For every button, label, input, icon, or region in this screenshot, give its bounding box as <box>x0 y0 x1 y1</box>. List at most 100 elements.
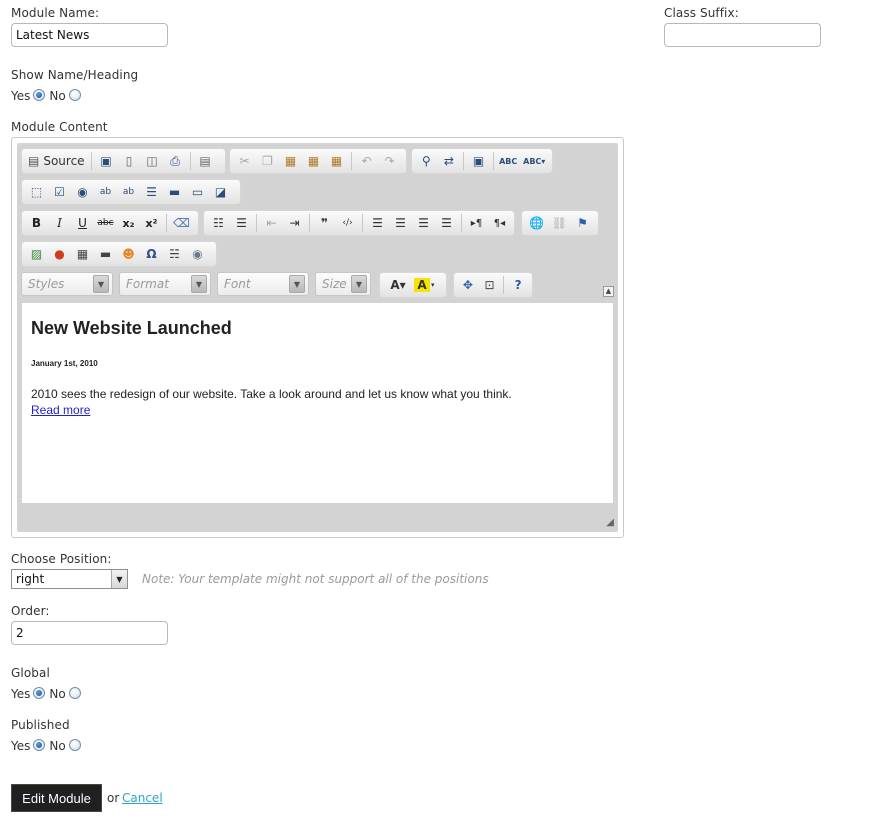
special-char-icon[interactable]: Ω <box>141 244 162 264</box>
page-break-icon[interactable]: ☵ <box>164 244 185 264</box>
new-page-icon[interactable]: ▯ <box>119 151 140 171</box>
position-select[interactable]: right ▼ <box>11 569 128 589</box>
paste-icon[interactable]: ▦ <box>280 151 301 171</box>
radio-icon[interactable]: ◉ <box>72 182 93 202</box>
textarea-icon[interactable]: ab <box>118 182 139 202</box>
link-icon[interactable]: 🌐 <box>526 213 547 233</box>
redo-icon[interactable]: ↷ <box>379 151 400 171</box>
read-more-link[interactable]: Read more <box>31 403 90 417</box>
cancel-link[interactable]: Cancel <box>122 791 163 805</box>
replace-icon[interactable]: ⇄ <box>439 151 460 171</box>
div-icon[interactable]: ‹/› <box>337 213 358 233</box>
published-yes-label: Yes <box>11 739 31 753</box>
source-button[interactable]: ▤ Source <box>25 154 88 168</box>
spellcheck-icon[interactable]: ABC <box>498 151 519 171</box>
position-select-value: right <box>16 572 45 586</box>
print-icon[interactable]: ⎙ <box>165 151 186 171</box>
underline-icon[interactable]: U <box>72 213 93 233</box>
about-icon[interactable]: ? <box>508 275 528 295</box>
chevron-down-icon: ▼ <box>191 275 207 293</box>
maximize-icon[interactable]: ✥ <box>458 275 478 295</box>
show-name-radio-group: Yes No <box>11 89 85 103</box>
size-combo[interactable]: Size ▼ <box>315 272 371 296</box>
indent-icon[interactable]: ⇥ <box>284 213 305 233</box>
image-icon[interactable]: ▨ <box>26 244 47 264</box>
resize-grip-icon[interactable]: ◢ <box>606 517 614 528</box>
hidden-field-icon[interactable]: ◪ <box>210 182 231 202</box>
text-color-icon[interactable]: A▾ <box>384 275 412 295</box>
anchor-icon[interactable]: ⚑ <box>572 213 593 233</box>
numbered-list-icon[interactable]: ☷ <box>208 213 229 233</box>
table-icon[interactable]: ▦ <box>72 244 93 264</box>
global-yes-label: Yes <box>11 687 31 701</box>
bulleted-list-icon[interactable]: ☰ <box>231 213 252 233</box>
toolbar-document-group: ▤ Source ▣ ▯ ◫ ⎙ ▤ <box>21 148 226 174</box>
scayt-icon[interactable]: ABC▾ <box>520 151 548 171</box>
iframe-icon[interactable]: ◉ <box>187 244 208 264</box>
cut-icon[interactable]: ✂ <box>234 151 255 171</box>
toolbar-colors-group: A▾ A ▾ <box>379 272 447 298</box>
templates-icon[interactable]: ▤ <box>195 151 216 171</box>
remove-format-icon[interactable]: ⌫ <box>171 213 192 233</box>
superscript-icon[interactable]: x² <box>141 213 162 233</box>
global-yes-radio[interactable] <box>33 687 46 699</box>
rtl-icon[interactable]: ¶◂ <box>489 213 510 233</box>
textfield-icon[interactable]: ab <box>95 182 116 202</box>
styles-combo[interactable]: Styles ▼ <box>21 272 113 296</box>
smiley-icon[interactable]: ☻ <box>118 244 139 264</box>
align-right-icon[interactable]: ☰ <box>413 213 434 233</box>
toolbar-insert-group: ▨ ● ▦ ▬ ☻ Ω ☵ ◉ <box>21 241 217 267</box>
show-name-no-radio[interactable] <box>68 89 81 101</box>
preview-icon[interactable]: ◫ <box>142 151 163 171</box>
paste-text-icon[interactable]: ▦ <box>303 151 324 171</box>
class-suffix-input[interactable] <box>664 23 821 47</box>
chevron-down-icon: ▼ <box>289 275 305 293</box>
format-combo[interactable]: Format ▼ <box>119 272 211 296</box>
collapse-toolbar-icon[interactable]: ▲ <box>603 286 614 297</box>
form-icon[interactable]: ⬚ <box>26 182 47 202</box>
order-label: Order: <box>11 604 50 618</box>
toolbar-editing-group: ⚲ ⇄ ▣ ABC ABC▾ <box>411 148 553 174</box>
find-icon[interactable]: ⚲ <box>416 151 437 171</box>
show-name-yes-radio[interactable] <box>33 89 46 101</box>
undo-icon[interactable]: ↶ <box>356 151 377 171</box>
strike-icon[interactable]: abc <box>95 213 116 233</box>
button-icon[interactable]: ▬ <box>164 182 185 202</box>
select-all-icon[interactable]: ▣ <box>468 151 489 171</box>
blockquote-icon[interactable]: ❞ <box>314 213 335 233</box>
ltr-icon[interactable]: ▸¶ <box>466 213 487 233</box>
show-name-no-label: No <box>49 89 66 103</box>
module-name-input[interactable] <box>11 23 168 47</box>
published-yes-radio[interactable] <box>33 739 46 751</box>
paste-word-icon[interactable]: ▦ <box>326 151 347 171</box>
checkbox-icon[interactable]: ☑ <box>49 182 70 202</box>
position-note: Note: Your template might not support al… <box>142 572 489 586</box>
outdent-icon[interactable]: ⇤ <box>261 213 282 233</box>
module-name-label: Module Name: <box>11 6 100 20</box>
editor-content-area[interactable]: New Website Launched January 1st, 2010 2… <box>22 303 613 503</box>
font-combo[interactable]: Font ▼ <box>217 272 309 296</box>
global-no-radio[interactable] <box>68 687 81 699</box>
copy-icon[interactable]: ❐ <box>257 151 278 171</box>
save-icon[interactable]: ▣ <box>96 151 117 171</box>
bg-color-icon[interactable]: A <box>414 278 430 292</box>
unlink-icon[interactable]: ⛓ <box>549 213 570 233</box>
subscript-icon[interactable]: x₂ <box>118 213 139 233</box>
align-left-icon[interactable]: ☰ <box>367 213 388 233</box>
select-field-icon[interactable]: ☰ <box>141 182 162 202</box>
italic-icon[interactable]: I <box>49 213 70 233</box>
bold-icon[interactable]: B <box>26 213 47 233</box>
image-button-icon[interactable]: ▭ <box>187 182 208 202</box>
flash-icon[interactable]: ● <box>49 244 70 264</box>
edit-module-button[interactable]: Edit Module <box>11 784 102 812</box>
rich-text-editor: ▤ Source ▣ ▯ ◫ ⎙ ▤ ✂ ❐ ▦ ▦ ▦ ↶ ↷ ⚲ ⇄ ▣ A… <box>11 137 624 538</box>
order-input[interactable] <box>11 621 168 645</box>
position-label: Choose Position: <box>11 552 112 566</box>
justify-icon[interactable]: ☰ <box>436 213 457 233</box>
published-no-radio[interactable] <box>68 739 81 751</box>
chevron-down-icon: ▼ <box>351 275 367 293</box>
horizontal-rule-icon[interactable]: ▬ <box>95 244 116 264</box>
toolbar-links-group: 🌐 ⛓ ⚑ <box>521 210 599 236</box>
align-center-icon[interactable]: ☰ <box>390 213 411 233</box>
show-blocks-icon[interactable]: ⊡ <box>480 275 500 295</box>
